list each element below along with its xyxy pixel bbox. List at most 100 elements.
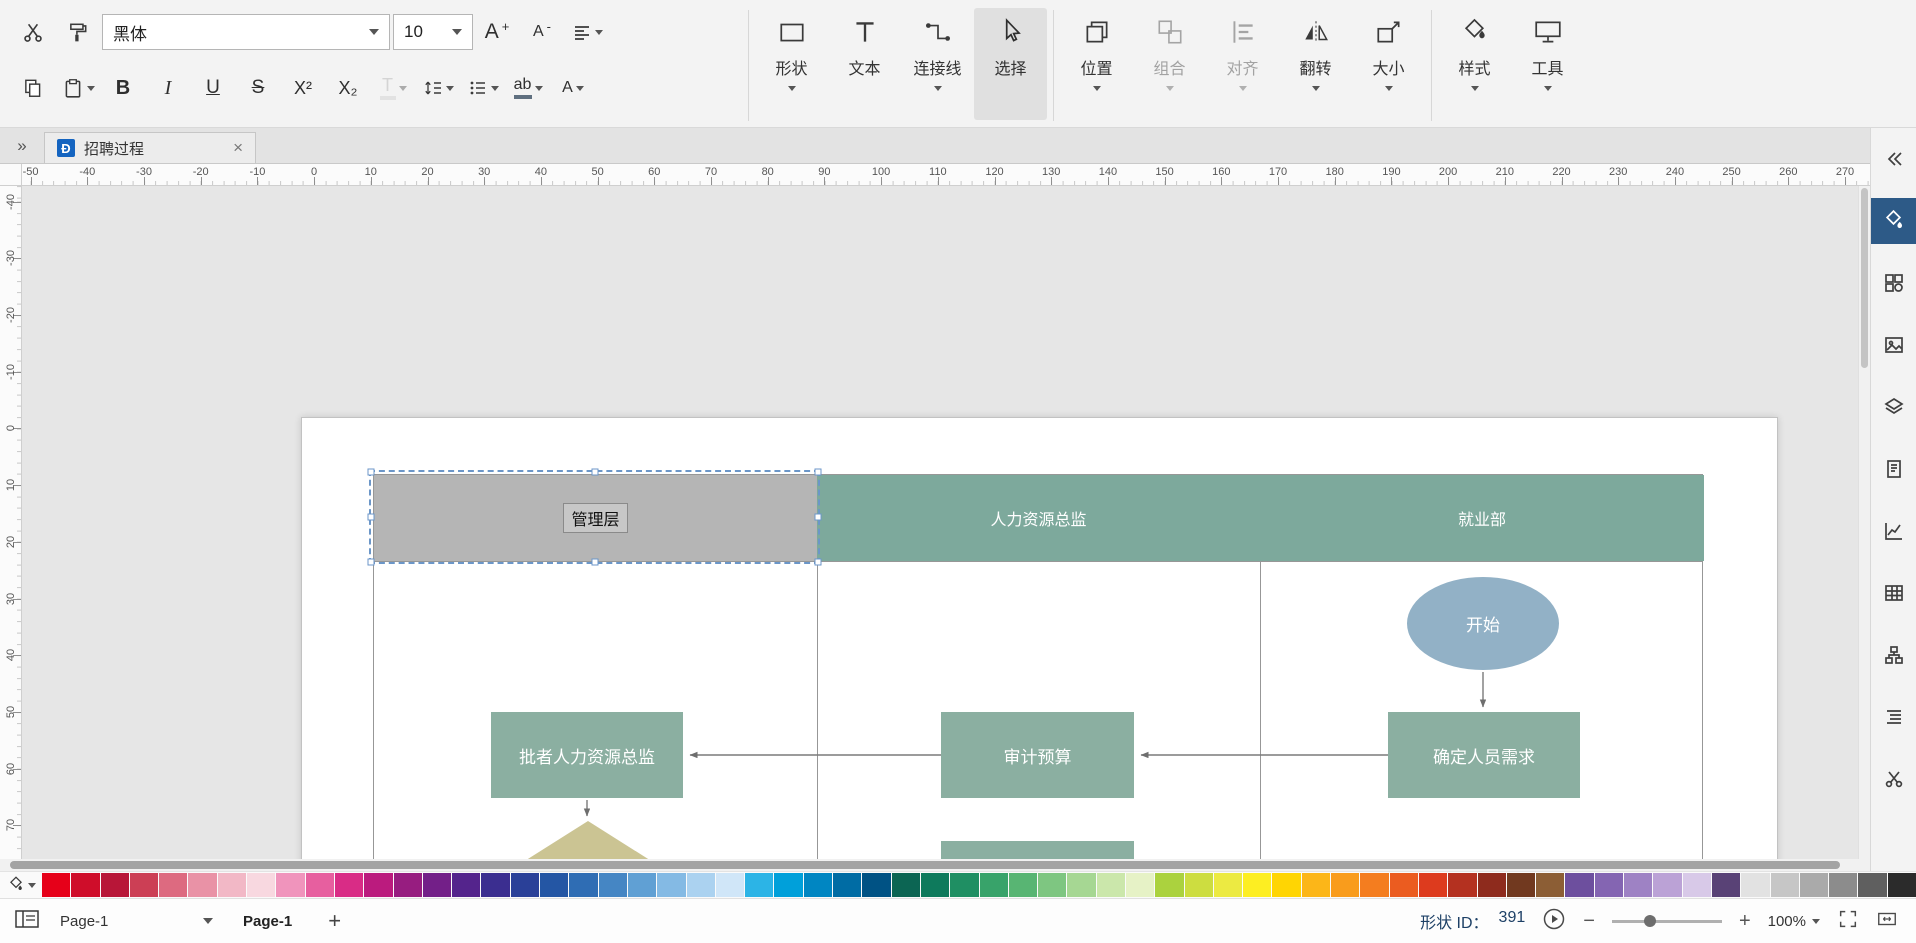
lane-header-management[interactable]: 管理层 <box>374 475 817 561</box>
color-swatch[interactable] <box>306 873 334 897</box>
color-swatch[interactable] <box>1478 873 1506 897</box>
shape-button[interactable]: 形状 <box>755 8 828 120</box>
color-swatch[interactable] <box>1302 873 1330 897</box>
org-chart-panel-icon[interactable] <box>1871 632 1916 678</box>
start-shape[interactable]: 开始 <box>1407 577 1559 670</box>
color-swatch[interactable] <box>1360 873 1388 897</box>
quick-style-button[interactable] <box>0 872 42 898</box>
font-style-button[interactable]: A <box>552 67 594 109</box>
connector-button[interactable]: 连接线 <box>901 8 974 120</box>
color-swatch[interactable] <box>1009 873 1037 897</box>
position-button[interactable]: 位置 <box>1060 8 1133 120</box>
color-swatch[interactable] <box>188 873 216 897</box>
paste-button[interactable] <box>57 67 99 109</box>
color-swatch[interactable] <box>1858 873 1886 897</box>
format-painter-button[interactable] <box>57 11 99 53</box>
zoom-in-button[interactable]: + <box>1739 910 1751 933</box>
color-swatch[interactable] <box>862 873 890 897</box>
color-swatch[interactable] <box>1536 873 1564 897</box>
color-swatch[interactable] <box>42 873 70 897</box>
align-button[interactable]: 对齐 <box>1206 8 1279 120</box>
color-swatch[interactable] <box>1800 873 1828 897</box>
superscript-button[interactable]: X² <box>282 67 324 109</box>
lane-header-hr-director[interactable]: 人力资源总监 <box>817 475 1260 561</box>
color-swatch[interactable] <box>1126 873 1154 897</box>
color-swatch[interactable] <box>423 873 451 897</box>
tab-overflow-button[interactable]: » <box>0 136 44 163</box>
pages-panel-icon[interactable] <box>14 908 40 934</box>
vertical-scrollbar-thumb[interactable] <box>1861 188 1868 368</box>
color-swatch[interactable] <box>1595 873 1623 897</box>
color-swatch[interactable] <box>1888 873 1916 897</box>
color-swatch[interactable] <box>1712 873 1740 897</box>
color-swatch[interactable] <box>921 873 949 897</box>
copy-button[interactable] <box>12 67 54 109</box>
color-swatch[interactable] <box>1565 873 1593 897</box>
color-swatch[interactable] <box>892 873 920 897</box>
tools-button[interactable]: 工具 <box>1511 8 1584 120</box>
close-tab-icon[interactable]: × <box>233 138 243 158</box>
underline-button[interactable]: U <box>192 67 234 109</box>
color-swatch[interactable] <box>1185 873 1213 897</box>
color-swatch[interactable] <box>980 873 1008 897</box>
color-swatch[interactable] <box>101 873 129 897</box>
text-align-button[interactable] <box>566 11 608 53</box>
text-highlight-button[interactable]: ab <box>507 67 549 109</box>
bold-button[interactable]: B <box>102 67 144 109</box>
approver-shape[interactable]: 批者人力资源总监 <box>491 712 683 798</box>
color-swatch[interactable] <box>481 873 509 897</box>
color-swatch[interactable] <box>1214 873 1242 897</box>
cut-button[interactable] <box>12 11 54 53</box>
group-button[interactable]: 组合 <box>1133 8 1206 120</box>
zoom-slider[interactable] <box>1612 914 1722 928</box>
color-swatch[interactable] <box>540 873 568 897</box>
zoom-slider-thumb[interactable] <box>1644 915 1656 927</box>
color-swatch[interactable] <box>1038 873 1066 897</box>
bullet-list-button[interactable] <box>462 67 504 109</box>
color-swatch[interactable] <box>687 873 715 897</box>
color-swatch[interactable] <box>71 873 99 897</box>
strikethrough-button[interactable]: S <box>237 67 279 109</box>
color-swatch[interactable] <box>452 873 480 897</box>
color-swatch[interactable] <box>1419 873 1447 897</box>
color-swatch[interactable] <box>335 873 363 897</box>
audit-budget-shape[interactable]: 审计预算 <box>941 712 1134 798</box>
color-swatch[interactable] <box>1243 873 1271 897</box>
collapse-panel-icon[interactable] <box>1871 136 1916 182</box>
color-swatch[interactable] <box>218 873 246 897</box>
color-swatch[interactable] <box>1741 873 1769 897</box>
fullscreen-icon[interactable] <box>1837 908 1859 934</box>
color-swatch[interactable] <box>657 873 685 897</box>
clipart-panel-icon[interactable] <box>1871 756 1916 802</box>
page-select-dropdown[interactable]: Page-1 <box>54 909 219 934</box>
image-panel-icon[interactable] <box>1871 322 1916 368</box>
color-swatch[interactable] <box>1155 873 1183 897</box>
color-swatch[interactable] <box>1507 873 1535 897</box>
drawing-canvas[interactable]: 管理层 人力资源总监 就业部 <box>22 186 1858 859</box>
zoom-level-dropdown[interactable]: 100% <box>1768 913 1820 930</box>
font-color-button[interactable]: T <box>372 67 414 109</box>
color-swatch[interactable] <box>1448 873 1476 897</box>
color-swatch[interactable] <box>1331 873 1359 897</box>
color-swatch[interactable] <box>364 873 392 897</box>
decrease-font-button[interactable]: A- <box>521 11 563 53</box>
color-swatch[interactable] <box>804 873 832 897</box>
increase-font-button[interactable]: A+ <box>476 11 518 53</box>
color-swatch[interactable] <box>1624 873 1652 897</box>
zoom-out-button[interactable]: − <box>1583 910 1595 933</box>
subscript-button[interactable]: X₂ <box>327 67 369 109</box>
color-swatch[interactable] <box>394 873 422 897</box>
color-swatch[interactable] <box>1771 873 1799 897</box>
color-swatch[interactable] <box>511 873 539 897</box>
fit-to-window-icon[interactable] <box>1876 908 1898 934</box>
color-swatch[interactable] <box>950 873 978 897</box>
color-swatch[interactable] <box>1390 873 1418 897</box>
vertical-scrollbar[interactable] <box>1858 186 1870 859</box>
color-swatch[interactable] <box>159 873 187 897</box>
determine-needs-shape[interactable]: 确定人员需求 <box>1388 712 1580 798</box>
color-swatch[interactable] <box>569 873 597 897</box>
symbols-panel-icon[interactable] <box>1871 260 1916 306</box>
horizontal-scrollbar-thumb[interactable] <box>10 861 1840 869</box>
size-button[interactable]: 大小 <box>1352 8 1425 120</box>
color-swatch[interactable] <box>745 873 773 897</box>
